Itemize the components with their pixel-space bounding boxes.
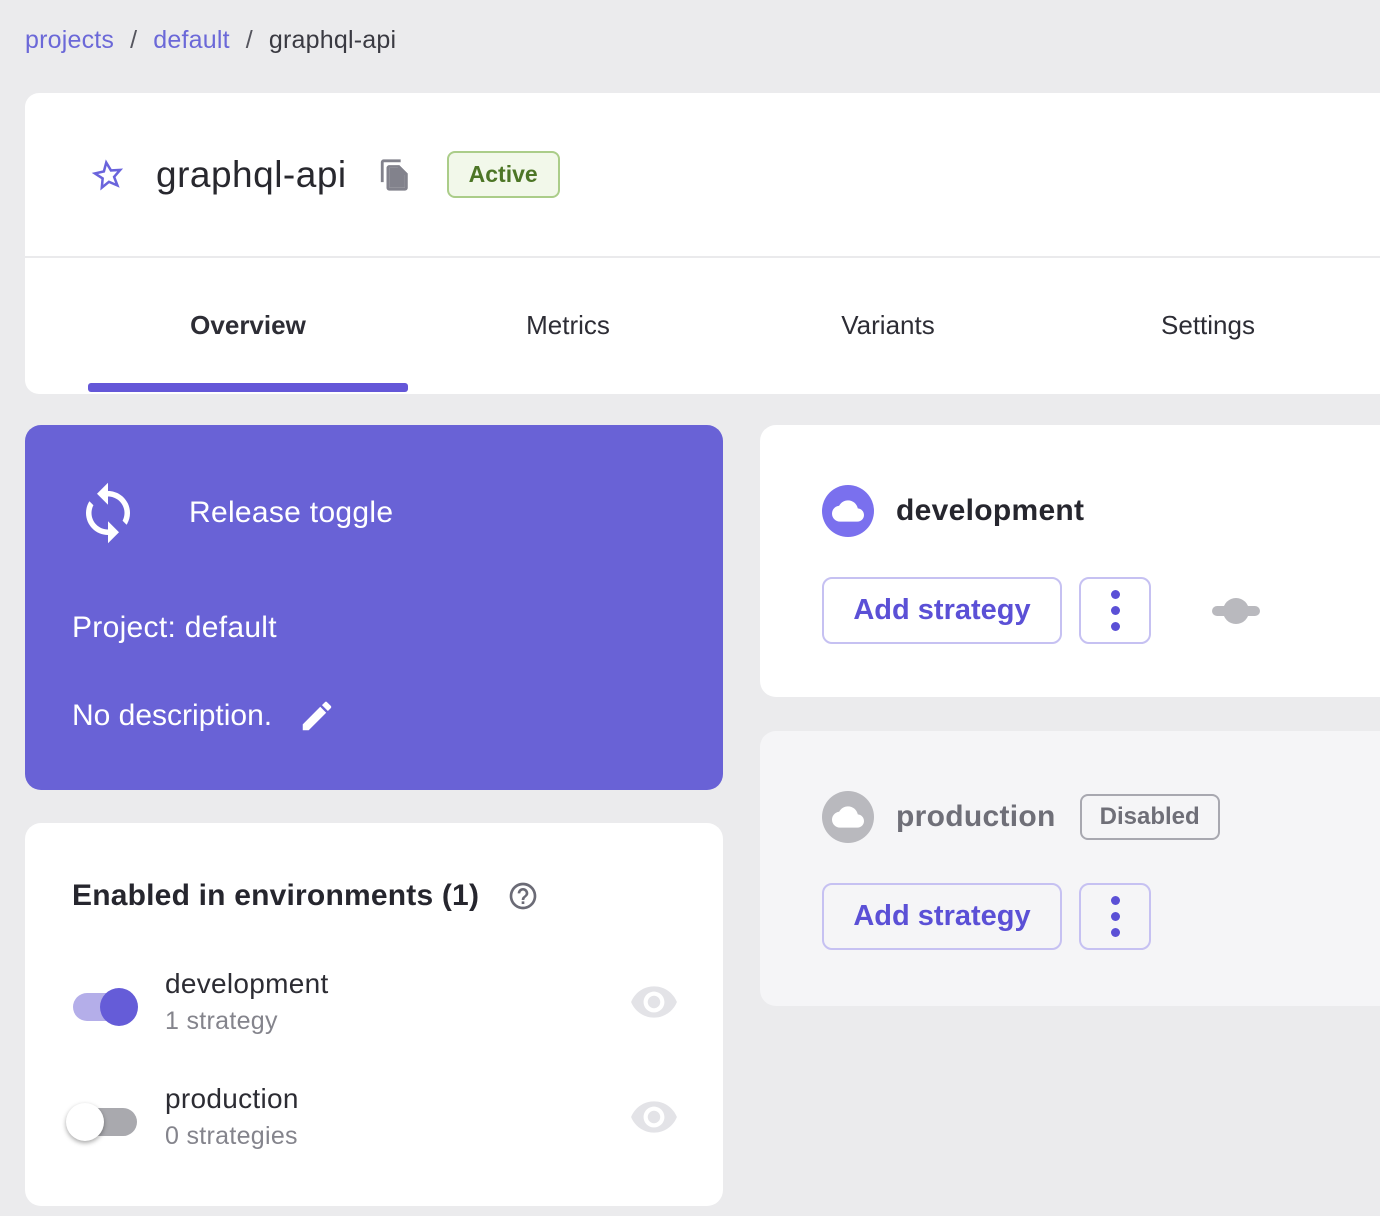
environment-actions: Add strategy xyxy=(822,883,1151,950)
breadcrumb-link-projects[interactable]: projects xyxy=(25,26,114,55)
release-toggle-card: Release toggle Project: default No descr… xyxy=(25,425,723,790)
breadcrumb-separator: / xyxy=(130,26,138,54)
kebab-menu-icon xyxy=(1110,606,1120,615)
environment-menu-button-development[interactable] xyxy=(1079,577,1151,644)
environment-switch-production[interactable] xyxy=(66,1103,140,1141)
feature-title-row: graphql-api Active xyxy=(25,93,1380,258)
disabled-badge: Disabled xyxy=(1079,794,1220,840)
pencil-icon xyxy=(302,701,332,731)
environment-actions: Add strategy xyxy=(822,577,1260,644)
visibility-eye-icon xyxy=(631,1101,677,1133)
kebab-menu-icon xyxy=(1110,590,1120,599)
view-environment-button-development[interactable] xyxy=(628,976,680,1028)
mini-slider-knob xyxy=(1223,597,1249,624)
environment-row-labels: production 0 strategies xyxy=(165,1083,299,1151)
enabled-environments-title: Enabled in environments (1) xyxy=(72,879,480,912)
copy-name-button[interactable] xyxy=(375,155,415,195)
breadcrumb-current: graphql-api xyxy=(268,26,397,54)
environment-menu-button-production[interactable] xyxy=(1079,883,1151,950)
environment-row-labels: development 1 strategy xyxy=(165,968,329,1036)
tab-metrics-label: Metrics xyxy=(526,309,610,340)
description-line: No description. xyxy=(72,697,336,735)
edit-description-button[interactable] xyxy=(298,697,336,735)
environment-header: production Disabled xyxy=(822,791,1220,843)
question-circle-icon xyxy=(509,882,537,910)
toggle-type-label: Release toggle xyxy=(189,496,394,529)
feature-overview-page: projects / default / graphql-api graphql… xyxy=(0,0,1380,1216)
enabled-environments-header: Enabled in environments (1) xyxy=(72,879,539,913)
help-button[interactable] xyxy=(507,880,539,912)
environment-strategy-count: 1 strategy xyxy=(165,1007,278,1035)
tab-overview[interactable]: Overview xyxy=(88,258,408,392)
kebab-menu-icon xyxy=(1110,912,1120,921)
add-strategy-button-production[interactable]: Add strategy xyxy=(822,883,1062,950)
environment-row-name: production xyxy=(165,1083,299,1114)
environment-header: development xyxy=(822,485,1084,537)
toggle-type-header: Release toggle xyxy=(75,480,393,546)
add-strategy-button-development[interactable]: Add strategy xyxy=(822,577,1062,644)
favorite-button[interactable] xyxy=(88,155,128,195)
star-outline-icon xyxy=(91,158,124,190)
sync-arrows-icon xyxy=(86,482,130,544)
tab-variants[interactable]: Variants xyxy=(728,258,1048,392)
feature-header-card: graphql-api Active Overview Metrics Vari… xyxy=(25,93,1380,394)
environment-row-name: development xyxy=(165,968,329,999)
copy-icon xyxy=(380,158,408,191)
view-environment-button-production[interactable] xyxy=(628,1091,680,1143)
enabled-environments-card: Enabled in environments (1) development … xyxy=(25,823,723,1206)
visibility-eye-icon xyxy=(631,986,677,1018)
environment-strategy-count: 0 strategies xyxy=(165,1122,298,1150)
feature-tabs: Overview Metrics Variants Settings xyxy=(25,258,1380,392)
cloud-icon xyxy=(822,791,874,843)
tab-settings[interactable]: Settings xyxy=(1048,258,1368,392)
breadcrumb: projects / default / graphql-api xyxy=(25,26,396,55)
kebab-menu-icon xyxy=(1110,622,1120,631)
tab-settings-label: Settings xyxy=(1161,309,1255,340)
tab-overview-label: Overview xyxy=(190,309,306,340)
kebab-menu-icon xyxy=(1110,928,1120,937)
tab-variants-label: Variants xyxy=(841,309,935,340)
environment-card-production: production Disabled Add strategy xyxy=(760,731,1380,1006)
page-title: graphql-api xyxy=(156,153,347,195)
environment-row-production: production 0 strategies xyxy=(25,1083,723,1161)
kebab-menu-icon xyxy=(1110,896,1120,905)
environment-row-development: development 1 strategy xyxy=(25,968,723,1046)
description-text: No description. xyxy=(72,699,273,732)
active-tab-indicator xyxy=(88,383,408,392)
environment-switch-development[interactable] xyxy=(70,988,140,1026)
breadcrumb-link-default[interactable]: default xyxy=(153,26,229,55)
tab-metrics[interactable]: Metrics xyxy=(408,258,728,392)
environment-name: production xyxy=(896,800,1056,833)
breadcrumb-separator: / xyxy=(245,26,253,54)
environment-name: development xyxy=(896,494,1085,527)
switch-knob xyxy=(66,1103,104,1141)
cloud-icon xyxy=(822,485,874,537)
mini-slider-toggle[interactable] xyxy=(1212,597,1260,625)
switch-knob xyxy=(100,988,138,1026)
status-badge: Active xyxy=(446,151,560,198)
environment-card-development: development Add strategy xyxy=(760,425,1380,697)
project-line: Project: default xyxy=(72,611,277,644)
